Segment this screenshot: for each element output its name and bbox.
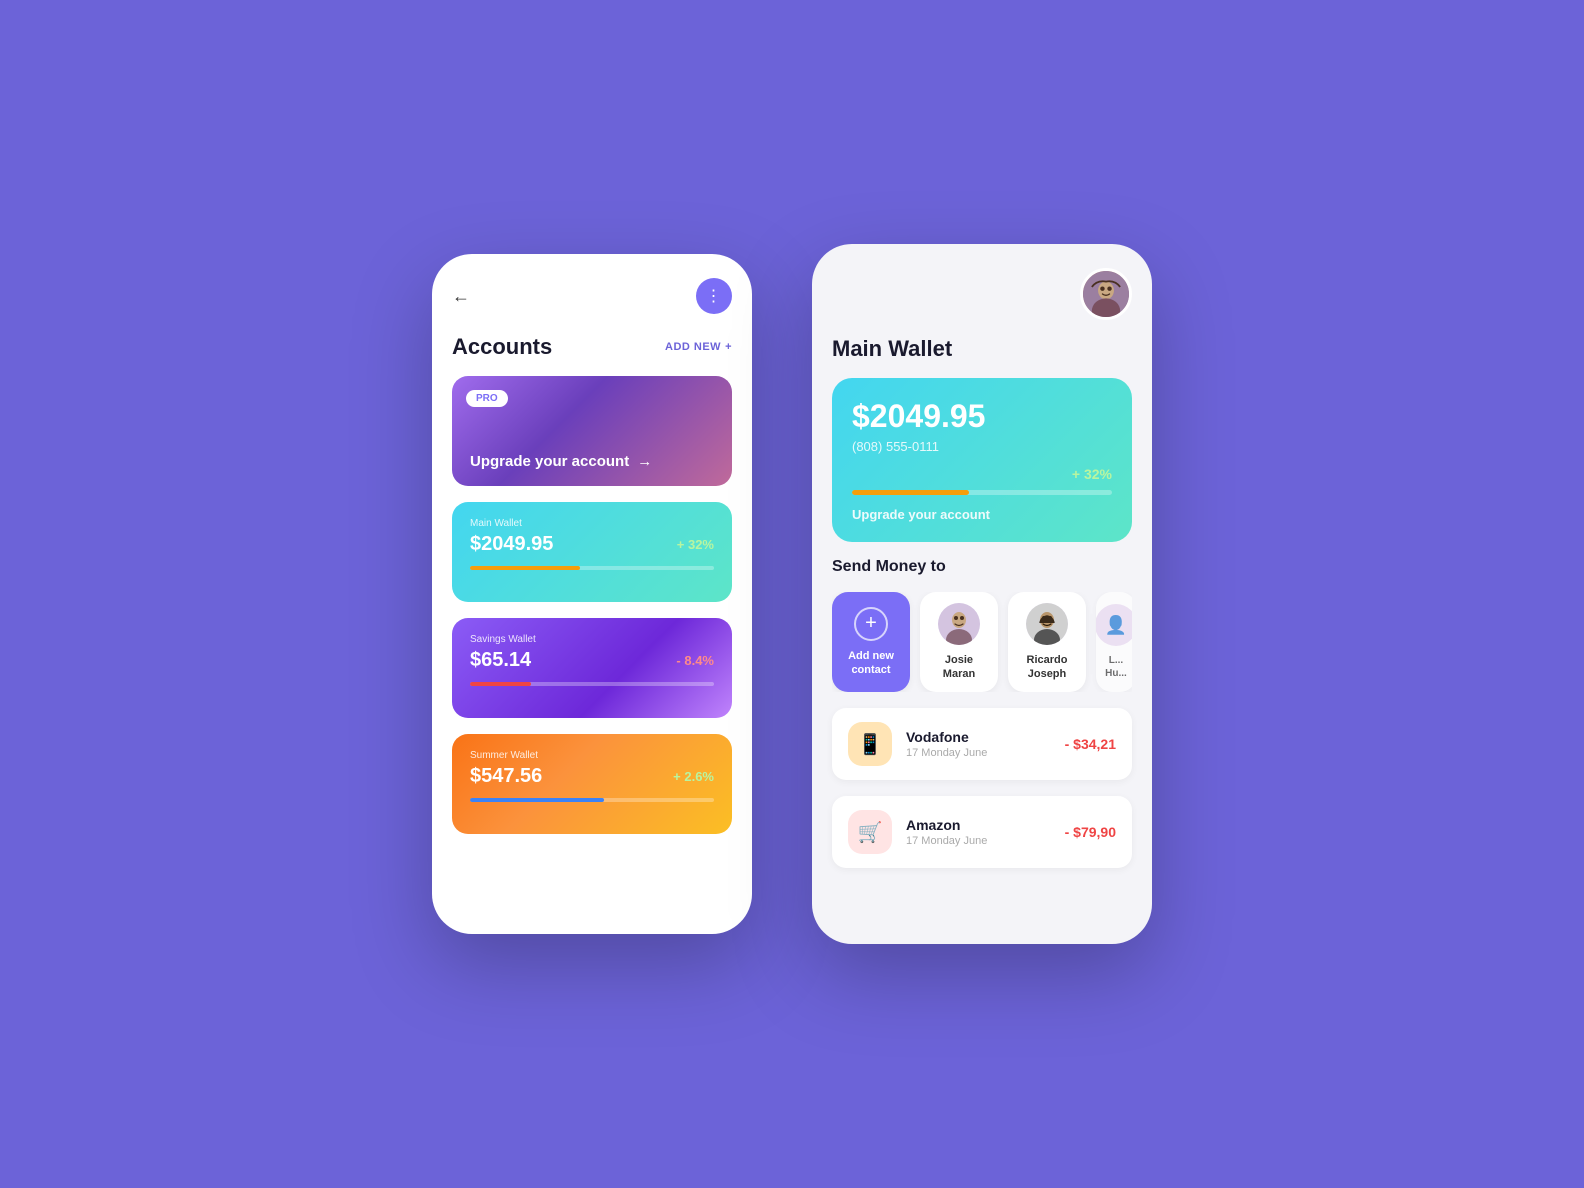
- contact-josie[interactable]: JosieMaran: [920, 592, 998, 692]
- back-arrow-icon[interactable]: ←: [452, 286, 470, 307]
- wallet-big-percent: + 32%: [1072, 466, 1112, 482]
- savings-wallet-label: Savings Wallet: [470, 634, 714, 645]
- contact-partial[interactable]: 👤 L...Hu...: [1096, 592, 1132, 692]
- main-wallet-progress-bg: [470, 566, 714, 570]
- main-wallet-row: $2049.95 + 32%: [470, 533, 714, 556]
- phones-container: ← ⋮ Accounts ADD NEW + PRO Upgrade your …: [432, 244, 1152, 944]
- josie-avatar: [938, 603, 980, 645]
- wallet-big-progress-fill: [852, 490, 969, 495]
- summer-wallet-progress-fill: [470, 798, 604, 802]
- wallet-big-card[interactable]: $2049.95 (808) 555-0111 + 32% Upgrade yo…: [832, 378, 1132, 542]
- summer-wallet-percent: + 2.6%: [673, 769, 714, 784]
- savings-wallet-percent: - 8.4%: [676, 653, 714, 668]
- amazon-date: 17 Monday June: [906, 835, 1051, 847]
- transaction-amazon[interactable]: 🛒 Amazon 17 Monday June - $79,90: [832, 796, 1132, 868]
- summer-wallet-amount: $547.56: [470, 765, 542, 788]
- add-contact-label: Add newcontact: [848, 649, 894, 678]
- summer-wallet-card[interactable]: Summer Wallet $547.56 + 2.6%: [452, 734, 732, 834]
- contact-ricardo[interactable]: RicardoJoseph: [1008, 592, 1086, 692]
- transaction-vodafone[interactable]: 📱 Vodafone 17 Monday June - $34,21: [832, 708, 1132, 780]
- ricardo-name: RicardoJoseph: [1027, 653, 1068, 682]
- accounts-title: Accounts: [452, 334, 552, 360]
- amazon-info: Amazon 17 Monday June: [906, 817, 1051, 847]
- pro-card[interactable]: PRO Upgrade your account →: [452, 376, 732, 486]
- add-new-button[interactable]: ADD NEW +: [665, 341, 732, 353]
- wallet-progress-row: + 32%: [852, 466, 1112, 482]
- amazon-icon: 🛒: [848, 810, 892, 854]
- user-avatar[interactable]: [1080, 268, 1132, 320]
- section-header: Accounts ADD NEW +: [452, 334, 732, 360]
- send-money-title: Send Money to: [832, 558, 1132, 576]
- main-wallet-progress-fill: [470, 566, 580, 570]
- savings-wallet-progress-fill: [470, 682, 531, 686]
- summer-wallet-label: Summer Wallet: [470, 750, 714, 761]
- partial-name: L...Hu...: [1105, 654, 1127, 680]
- amazon-name: Amazon: [906, 817, 1051, 833]
- wallet-big-progress-bg: [852, 490, 1112, 495]
- savings-wallet-row: $65.14 - 8.4%: [470, 649, 714, 672]
- contacts-row: + Add newcontact JosieMaran: [832, 592, 1132, 692]
- top-bar: ← ⋮: [452, 278, 732, 314]
- main-wallet-card[interactable]: Main Wallet $2049.95 + 32%: [452, 502, 732, 602]
- vodafone-icon: 📱: [848, 722, 892, 766]
- main-wallet-label: Main Wallet: [470, 518, 714, 529]
- main-wallet-title: Main Wallet: [832, 336, 1132, 362]
- vodafone-info: Vodafone 17 Monday June: [906, 729, 1051, 759]
- phone-left: ← ⋮ Accounts ADD NEW + PRO Upgrade your …: [432, 254, 752, 934]
- josie-name: JosieMaran: [943, 653, 975, 682]
- add-contact-icon: +: [854, 607, 888, 641]
- wallet-phone-number: (808) 555-0111: [852, 439, 1112, 454]
- dots-menu-button[interactable]: ⋮: [696, 278, 732, 314]
- partial-avatar: 👤: [1096, 604, 1132, 646]
- vodafone-amount: - $34,21: [1065, 736, 1116, 752]
- upgrade-text: Upgrade your account →: [470, 453, 714, 470]
- main-wallet-amount: $2049.95: [470, 533, 553, 556]
- savings-wallet-progress-bg: [470, 682, 714, 686]
- summer-wallet-row: $547.56 + 2.6%: [470, 765, 714, 788]
- wallet-upgrade-text: Upgrade your account: [852, 507, 1112, 522]
- amazon-amount: - $79,90: [1065, 824, 1116, 840]
- phone-right: Main Wallet $2049.95 (808) 555-0111 + 32…: [812, 244, 1152, 944]
- savings-wallet-card[interactable]: Savings Wallet $65.14 - 8.4%: [452, 618, 732, 718]
- add-contact-card[interactable]: + Add newcontact: [832, 592, 910, 692]
- pro-badge: PRO: [466, 390, 508, 407]
- vodafone-name: Vodafone: [906, 729, 1051, 745]
- savings-wallet-amount: $65.14: [470, 649, 531, 672]
- summer-wallet-progress-bg: [470, 798, 714, 802]
- right-top-bar: [832, 268, 1132, 320]
- main-wallet-percent: + 32%: [677, 537, 714, 552]
- ricardo-avatar: [1026, 603, 1068, 645]
- wallet-big-amount: $2049.95: [852, 398, 1112, 435]
- vodafone-date: 17 Monday June: [906, 747, 1051, 759]
